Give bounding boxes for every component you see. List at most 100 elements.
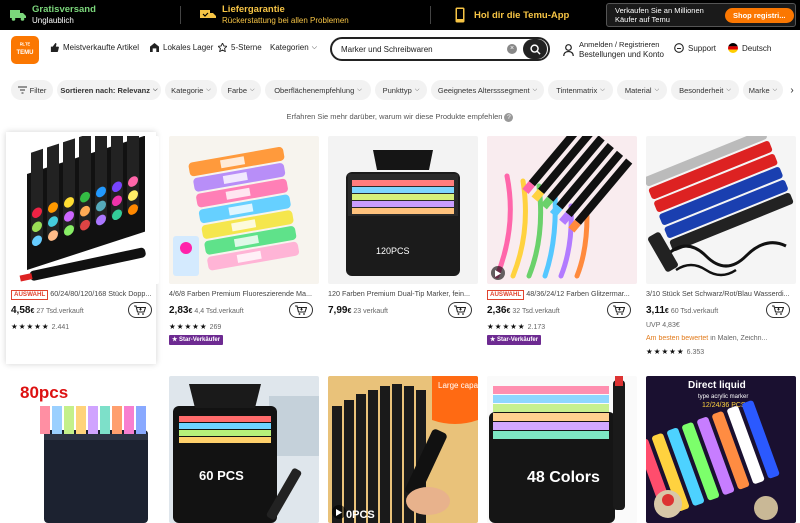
product-image[interactable]: 120PCS: [328, 136, 478, 284]
app-promo[interactable]: Hol dir die Temu-App: [452, 0, 569, 30]
filter-button[interactable]: Filter: [11, 80, 53, 100]
product-title[interactable]: AUSWAHL 48/36/24/12 Farben Glitzermar...: [487, 289, 637, 300]
account-login-label: Anmelden / Registrieren: [579, 40, 660, 49]
product-image[interactable]: [9, 136, 159, 284]
chevron-down-icon: ⌵: [654, 86, 660, 93]
nav-bestsellers[interactable]: Meistverkaufte Artikel: [50, 43, 139, 52]
sort-dropdown[interactable]: Sortieren nach: Relevanz ⌵: [57, 80, 161, 100]
play-video-icon[interactable]: [332, 505, 346, 519]
filter-chip-label: Punkttyp: [382, 85, 412, 95]
product-card[interactable]: 60 PCS: [169, 376, 319, 523]
support-link[interactable]: Support: [674, 43, 716, 53]
recommendation-info[interactable]: Erfahren Sie mehr darüber, warum wir die…: [0, 112, 800, 122]
product-card[interactable]: Direct liquid type acrylic marker 12/24/…: [646, 376, 796, 523]
play-video-icon[interactable]: [491, 266, 505, 280]
account-orders-label: Bestellungen und Konto: [579, 50, 664, 59]
product-title[interactable]: 120 Farben Premium Dual-Tip Marker, fein…: [328, 289, 478, 298]
image-label-60pcs: 60 PCS: [199, 468, 244, 483]
nav-categories[interactable]: Kategorien ⌵: [270, 43, 317, 52]
logo-text: TEMU: [16, 50, 34, 56]
product-image[interactable]: [169, 136, 319, 284]
search-input[interactable]: Marker und Schreibwaren: [332, 45, 507, 54]
uvp-price: UVP 4,83€: [646, 322, 680, 329]
product-card[interactable]: AUSWAHL 60/24/80/120/168 Stück Dopp... 4,…: [6, 132, 159, 364]
filter-chip-tintenmatrix[interactable]: Tintenmatrix ⌵: [548, 80, 613, 100]
nav-five-stars[interactable]: 5-Sterne: [218, 43, 262, 52]
header: ᴿᴸᵀᴱ TEMU Meistverkaufte Artikel Lokales…: [0, 30, 800, 74]
sold-count: 27 Tsd.verkauft: [36, 308, 84, 315]
filter-chip-label: Geeignetes Altersssegment: [437, 85, 530, 95]
add-to-cart-button[interactable]: [448, 302, 472, 318]
image-label-pcs: 0PCS: [346, 509, 375, 521]
chevron-right-icon[interactable]: ›: [784, 80, 800, 100]
free-shipping-promo[interactable]: Gratisversand Unglaublich: [10, 0, 96, 30]
product-image[interactable]: [646, 136, 796, 284]
image-label-large-capacity: Large capacity: [438, 381, 478, 390]
add-to-cart-button[interactable]: [607, 302, 631, 318]
product-title[interactable]: AUSWAHL 60/24/80/120/168 Stück Dopp...: [11, 289, 159, 300]
rating-count: 2.173: [527, 324, 546, 331]
product-price: 2,36€ 32 Tsd.verkauft: [487, 305, 560, 316]
filter-chip-oberflaeche[interactable]: Oberflächenempfehlung ⌵: [265, 80, 371, 100]
filter-chip-label: Kategorie: [171, 85, 204, 95]
price-currency: €: [664, 308, 669, 315]
price-value: 3,11: [646, 305, 665, 316]
search-bar[interactable]: Marker und Schreibwaren ×: [330, 37, 550, 61]
filter-chip-marke[interactable]: Marke ⌵: [743, 80, 783, 100]
product-image[interactable]: Direct liquid type acrylic marker 12/24/…: [646, 376, 796, 523]
best-rated-label[interactable]: Am besten bewertet in Malen, Zeichn...: [646, 335, 796, 342]
product-image[interactable]: 60 PCS: [169, 376, 319, 523]
filter-chip-besonderheit[interactable]: Besonderheit ⌵: [671, 80, 739, 100]
product-card[interactable]: 80pcs: [10, 376, 160, 523]
chevron-down-icon: ⌵: [357, 86, 362, 93]
shipping-subtitle: Unglaublich: [32, 16, 74, 25]
nav-local-warehouse[interactable]: Lokales Lager: [150, 43, 213, 52]
delivery-guarantee-promo[interactable]: Liefergarantie Rückerstattung bei allen P…: [200, 0, 349, 30]
rating-count: 6.353: [686, 349, 705, 356]
best-rated-category: in Malen, Zeichn...: [708, 335, 768, 342]
product-image[interactable]: Large capacity 0PCS: [328, 376, 478, 523]
product-image[interactable]: 48 Colors: [487, 376, 637, 523]
rating-stars: ★★★★★: [646, 347, 685, 356]
add-to-cart-button[interactable]: [766, 302, 790, 318]
rating: ★★★★★ 2.441: [11, 322, 69, 331]
product-title[interactable]: 3/10 Stück Set Schwarz/Rot/Blau Wasserdi…: [646, 289, 796, 298]
temu-logo[interactable]: ᴿᴸᵀᴱ TEMU: [11, 36, 39, 64]
clear-search-icon[interactable]: ×: [507, 44, 517, 54]
nav-local-warehouse-label: Lokales Lager: [163, 43, 214, 52]
chevron-down-icon: ⌵: [414, 86, 420, 93]
search-button[interactable]: [523, 39, 547, 59]
product-title[interactable]: 4/6/8 Farben Premium Fluoreszierende Ma.…: [169, 289, 319, 298]
account-menu[interactable]: Anmelden / Registrieren Bestellungen und …: [563, 40, 664, 60]
rating: ★★★★★ 6.353: [646, 347, 704, 356]
product-card[interactable]: AUSWAHL 48/36/24/12 Farben Glitzermar... …: [487, 136, 637, 348]
filter-chip-material[interactable]: Material ⌵: [617, 80, 667, 100]
add-to-cart-button[interactable]: [289, 302, 313, 318]
product-card[interactable]: Large capacity 0PCS: [328, 376, 478, 523]
rating-stars: ★★★★★: [11, 322, 50, 331]
product-image[interactable]: 80pcs: [10, 376, 160, 523]
filter-chip-punkttyp[interactable]: Punkttyp ⌵: [375, 80, 427, 100]
image-label-pcs-count: 12/24/36 PCS: [702, 402, 746, 409]
nav-bestsellers-label: Meistverkaufte Artikel: [63, 43, 140, 52]
seller-promo[interactable]: Verkaufen Sie an Millionen Käufer auf Te…: [606, 3, 796, 27]
product-card[interactable]: 4/6/8 Farben Premium Fluoreszierende Ma.…: [169, 136, 319, 348]
product-card[interactable]: 48 Colors: [487, 376, 637, 523]
product-price: 7,99€ 23 verkauft: [328, 305, 388, 316]
language-selector[interactable]: Deutsch: [728, 43, 771, 53]
register-shop-button[interactable]: Shop registri...: [725, 7, 794, 23]
filter-chip-farbe[interactable]: Farbe ⌵: [221, 80, 261, 100]
product-image[interactable]: [487, 136, 637, 284]
sort-label: Sortieren nach: Relevanz: [60, 85, 151, 95]
thumbs-up-icon: [50, 43, 59, 52]
chevron-down-icon: ⌵: [772, 86, 778, 93]
filter-chip-kategorie[interactable]: Kategorie ⌵: [165, 80, 217, 100]
product-card[interactable]: 120PCS 120 Farben Premium Dual-Tip Marke…: [328, 136, 478, 348]
add-to-cart-button[interactable]: [128, 302, 152, 318]
product-card[interactable]: 3/10 Stück Set Schwarz/Rot/Blau Wasserdi…: [646, 136, 796, 358]
star-seller-label: Star-Verkäufer: [179, 337, 221, 343]
filter-chip-alterssegment[interactable]: Geeignetes Altersssegment ⌵: [431, 80, 544, 100]
promo-bar: Gratisversand Unglaublich Liefergarantie R…: [0, 0, 800, 30]
image-label-direct-liquid: Direct liquid: [688, 380, 746, 391]
star-seller-badge: ★ Star-Verkäufer: [169, 335, 224, 345]
